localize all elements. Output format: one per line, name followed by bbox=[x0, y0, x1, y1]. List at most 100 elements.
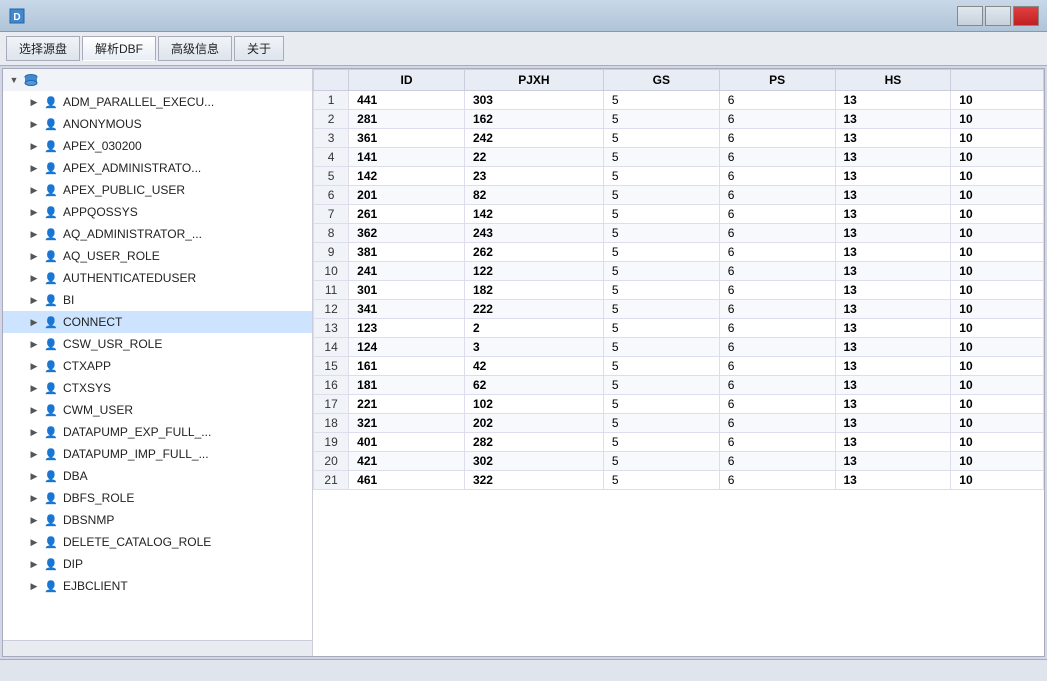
tree-item-appqossys[interactable]: ▶ 👤 APPQOSSYS bbox=[3, 201, 312, 223]
item-label: AQ_USER_ROLE bbox=[63, 249, 160, 263]
table-row[interactable]: 1516142561310 bbox=[314, 357, 1044, 376]
expand-icon: ▶ bbox=[27, 293, 41, 307]
tree-item-datapump-exp[interactable]: ▶ 👤 DATAPUMP_EXP_FULL_... bbox=[3, 421, 312, 443]
cell-hs: 13 bbox=[835, 91, 951, 110]
tree-item-delete-catalog[interactable]: ▶ 👤 DELETE_CATALOG_ROLE bbox=[3, 531, 312, 553]
cell-ps: 6 bbox=[719, 471, 835, 490]
tree-item-anonymous[interactable]: ▶ 👤 ANONYMOUS bbox=[3, 113, 312, 135]
cell-rownum: 5 bbox=[314, 167, 349, 186]
minimize-button[interactable] bbox=[957, 6, 983, 26]
cell-gs: 5 bbox=[603, 129, 719, 148]
table-row[interactable]: 12341222561310 bbox=[314, 300, 1044, 319]
tree-item-ctxsys[interactable]: ▶ 👤 CTXSYS bbox=[3, 377, 312, 399]
table-row[interactable]: 21461322561310 bbox=[314, 471, 1044, 490]
tree-scroll[interactable]: ▼ ▶ 👤 ADM_PARALLEL_EXECU... ▶ 👤 bbox=[3, 69, 312, 640]
table-row[interactable]: 414122561310 bbox=[314, 148, 1044, 167]
tree-item-connect[interactable]: ▶ 👤 CONNECT bbox=[3, 311, 312, 333]
table-row[interactable]: 18321202561310 bbox=[314, 414, 1044, 433]
tree-item-datapump-imp[interactable]: ▶ 👤 DATAPUMP_IMP_FULL_... bbox=[3, 443, 312, 465]
cell-extra: 10 bbox=[951, 91, 1044, 110]
table-row[interactable]: 620182561310 bbox=[314, 186, 1044, 205]
table-row[interactable]: 3361242561310 bbox=[314, 129, 1044, 148]
cell-ps: 6 bbox=[719, 319, 835, 338]
data-panel: ID PJXH GS PS HS 14413035613102281162561… bbox=[313, 69, 1044, 656]
cell-id: 361 bbox=[349, 129, 465, 148]
cell-rownum: 1 bbox=[314, 91, 349, 110]
table-row[interactable]: 9381262561310 bbox=[314, 243, 1044, 262]
item-label: APEX_030200 bbox=[63, 139, 142, 153]
cell-rownum: 8 bbox=[314, 224, 349, 243]
user-icon: 👤 bbox=[43, 424, 59, 440]
tree-item-apex-admin[interactable]: ▶ 👤 APEX_ADMINISTRATO... bbox=[3, 157, 312, 179]
tab-advanced-info[interactable]: 高级信息 bbox=[158, 36, 232, 61]
table-row[interactable]: 2281162561310 bbox=[314, 110, 1044, 129]
table-row[interactable]: 10241122561310 bbox=[314, 262, 1044, 281]
cell-extra: 10 bbox=[951, 281, 1044, 300]
cell-rownum: 17 bbox=[314, 395, 349, 414]
cell-id: 421 bbox=[349, 452, 465, 471]
table-row[interactable]: 17221102561310 bbox=[314, 395, 1044, 414]
tree-item-aq-admin[interactable]: ▶ 👤 AQ_ADMINISTRATOR_... bbox=[3, 223, 312, 245]
expand-icon: ▶ bbox=[27, 161, 41, 175]
user-icon: 👤 bbox=[43, 160, 59, 176]
cell-gs: 5 bbox=[603, 414, 719, 433]
cell-id: 341 bbox=[349, 300, 465, 319]
cell-pjxh: 23 bbox=[464, 167, 603, 186]
cell-rownum: 21 bbox=[314, 471, 349, 490]
cell-id: 321 bbox=[349, 414, 465, 433]
tree-item-dbsnmp[interactable]: ▶ 👤 DBSNMP bbox=[3, 509, 312, 531]
cell-pjxh: 202 bbox=[464, 414, 603, 433]
table-row[interactable]: 131232561310 bbox=[314, 319, 1044, 338]
table-row[interactable]: 7261142561310 bbox=[314, 205, 1044, 224]
cell-id: 301 bbox=[349, 281, 465, 300]
table-row[interactable]: 19401282561310 bbox=[314, 433, 1044, 452]
tree-item-adm-parallel[interactable]: ▶ 👤 ADM_PARALLEL_EXECU... bbox=[3, 91, 312, 113]
tree-item-apex030200[interactable]: ▶ 👤 APEX_030200 bbox=[3, 135, 312, 157]
user-icon: 👤 bbox=[43, 94, 59, 110]
main-area: ▼ ▶ 👤 ADM_PARALLEL_EXECU... ▶ 👤 bbox=[2, 68, 1045, 657]
table-row[interactable]: 20421302561310 bbox=[314, 452, 1044, 471]
tab-choose-source[interactable]: 选择源盘 bbox=[6, 36, 80, 61]
expand-icon: ▶ bbox=[27, 249, 41, 263]
table-row[interactable]: 514223561310 bbox=[314, 167, 1044, 186]
tree-item-aq-user-role[interactable]: ▶ 👤 AQ_USER_ROLE bbox=[3, 245, 312, 267]
table-row[interactable]: 1618162561310 bbox=[314, 376, 1044, 395]
tree-item-dba[interactable]: ▶ 👤 DBA bbox=[3, 465, 312, 487]
close-button[interactable] bbox=[1013, 6, 1039, 26]
expand-icon: ▶ bbox=[27, 337, 41, 351]
col-header-id: ID bbox=[349, 70, 465, 91]
tree-item-authuser[interactable]: ▶ 👤 AUTHENTICATEDUSER bbox=[3, 267, 312, 289]
tree-item-dbfs-role[interactable]: ▶ 👤 DBFS_ROLE bbox=[3, 487, 312, 509]
table-row[interactable]: 1441303561310 bbox=[314, 91, 1044, 110]
tree-hscroll[interactable] bbox=[3, 640, 312, 656]
restore-button[interactable] bbox=[985, 6, 1011, 26]
cell-extra: 10 bbox=[951, 433, 1044, 452]
cell-gs: 5 bbox=[603, 376, 719, 395]
tree-item-cwm-user[interactable]: ▶ 👤 CWM_USER bbox=[3, 399, 312, 421]
tab-about[interactable]: 关于 bbox=[234, 36, 284, 61]
table-row[interactable]: 141243561310 bbox=[314, 338, 1044, 357]
table-row[interactable]: 8362243561310 bbox=[314, 224, 1044, 243]
cell-ps: 6 bbox=[719, 300, 835, 319]
table-row[interactable]: 11301182561310 bbox=[314, 281, 1044, 300]
tree-item-apex-public[interactable]: ▶ 👤 APEX_PUBLIC_USER bbox=[3, 179, 312, 201]
cell-id: 241 bbox=[349, 262, 465, 281]
tab-parse-dbf[interactable]: 解析DBF bbox=[82, 36, 156, 61]
cell-hs: 13 bbox=[835, 224, 951, 243]
tree-item-dip[interactable]: ▶ 👤 DIP bbox=[3, 553, 312, 575]
tree-item-ejbclient[interactable]: ▶ 👤 EJBCLIENT bbox=[3, 575, 312, 597]
cell-id: 461 bbox=[349, 471, 465, 490]
expand-icon: ▶ bbox=[27, 425, 41, 439]
cell-ps: 6 bbox=[719, 395, 835, 414]
tree-root[interactable]: ▼ bbox=[3, 69, 312, 91]
tree-item-bi[interactable]: ▶ 👤 BI bbox=[3, 289, 312, 311]
data-grid-wrapper[interactable]: ID PJXH GS PS HS 14413035613102281162561… bbox=[313, 69, 1044, 656]
cell-rownum: 12 bbox=[314, 300, 349, 319]
tree-item-ctxapp[interactable]: ▶ 👤 CTXAPP bbox=[3, 355, 312, 377]
cell-pjxh: 3 bbox=[464, 338, 603, 357]
tree-item-csw-usr-role[interactable]: ▶ 👤 CSW_USR_ROLE bbox=[3, 333, 312, 355]
cell-extra: 10 bbox=[951, 262, 1044, 281]
cell-extra: 10 bbox=[951, 205, 1044, 224]
cell-rownum: 4 bbox=[314, 148, 349, 167]
cell-ps: 6 bbox=[719, 224, 835, 243]
